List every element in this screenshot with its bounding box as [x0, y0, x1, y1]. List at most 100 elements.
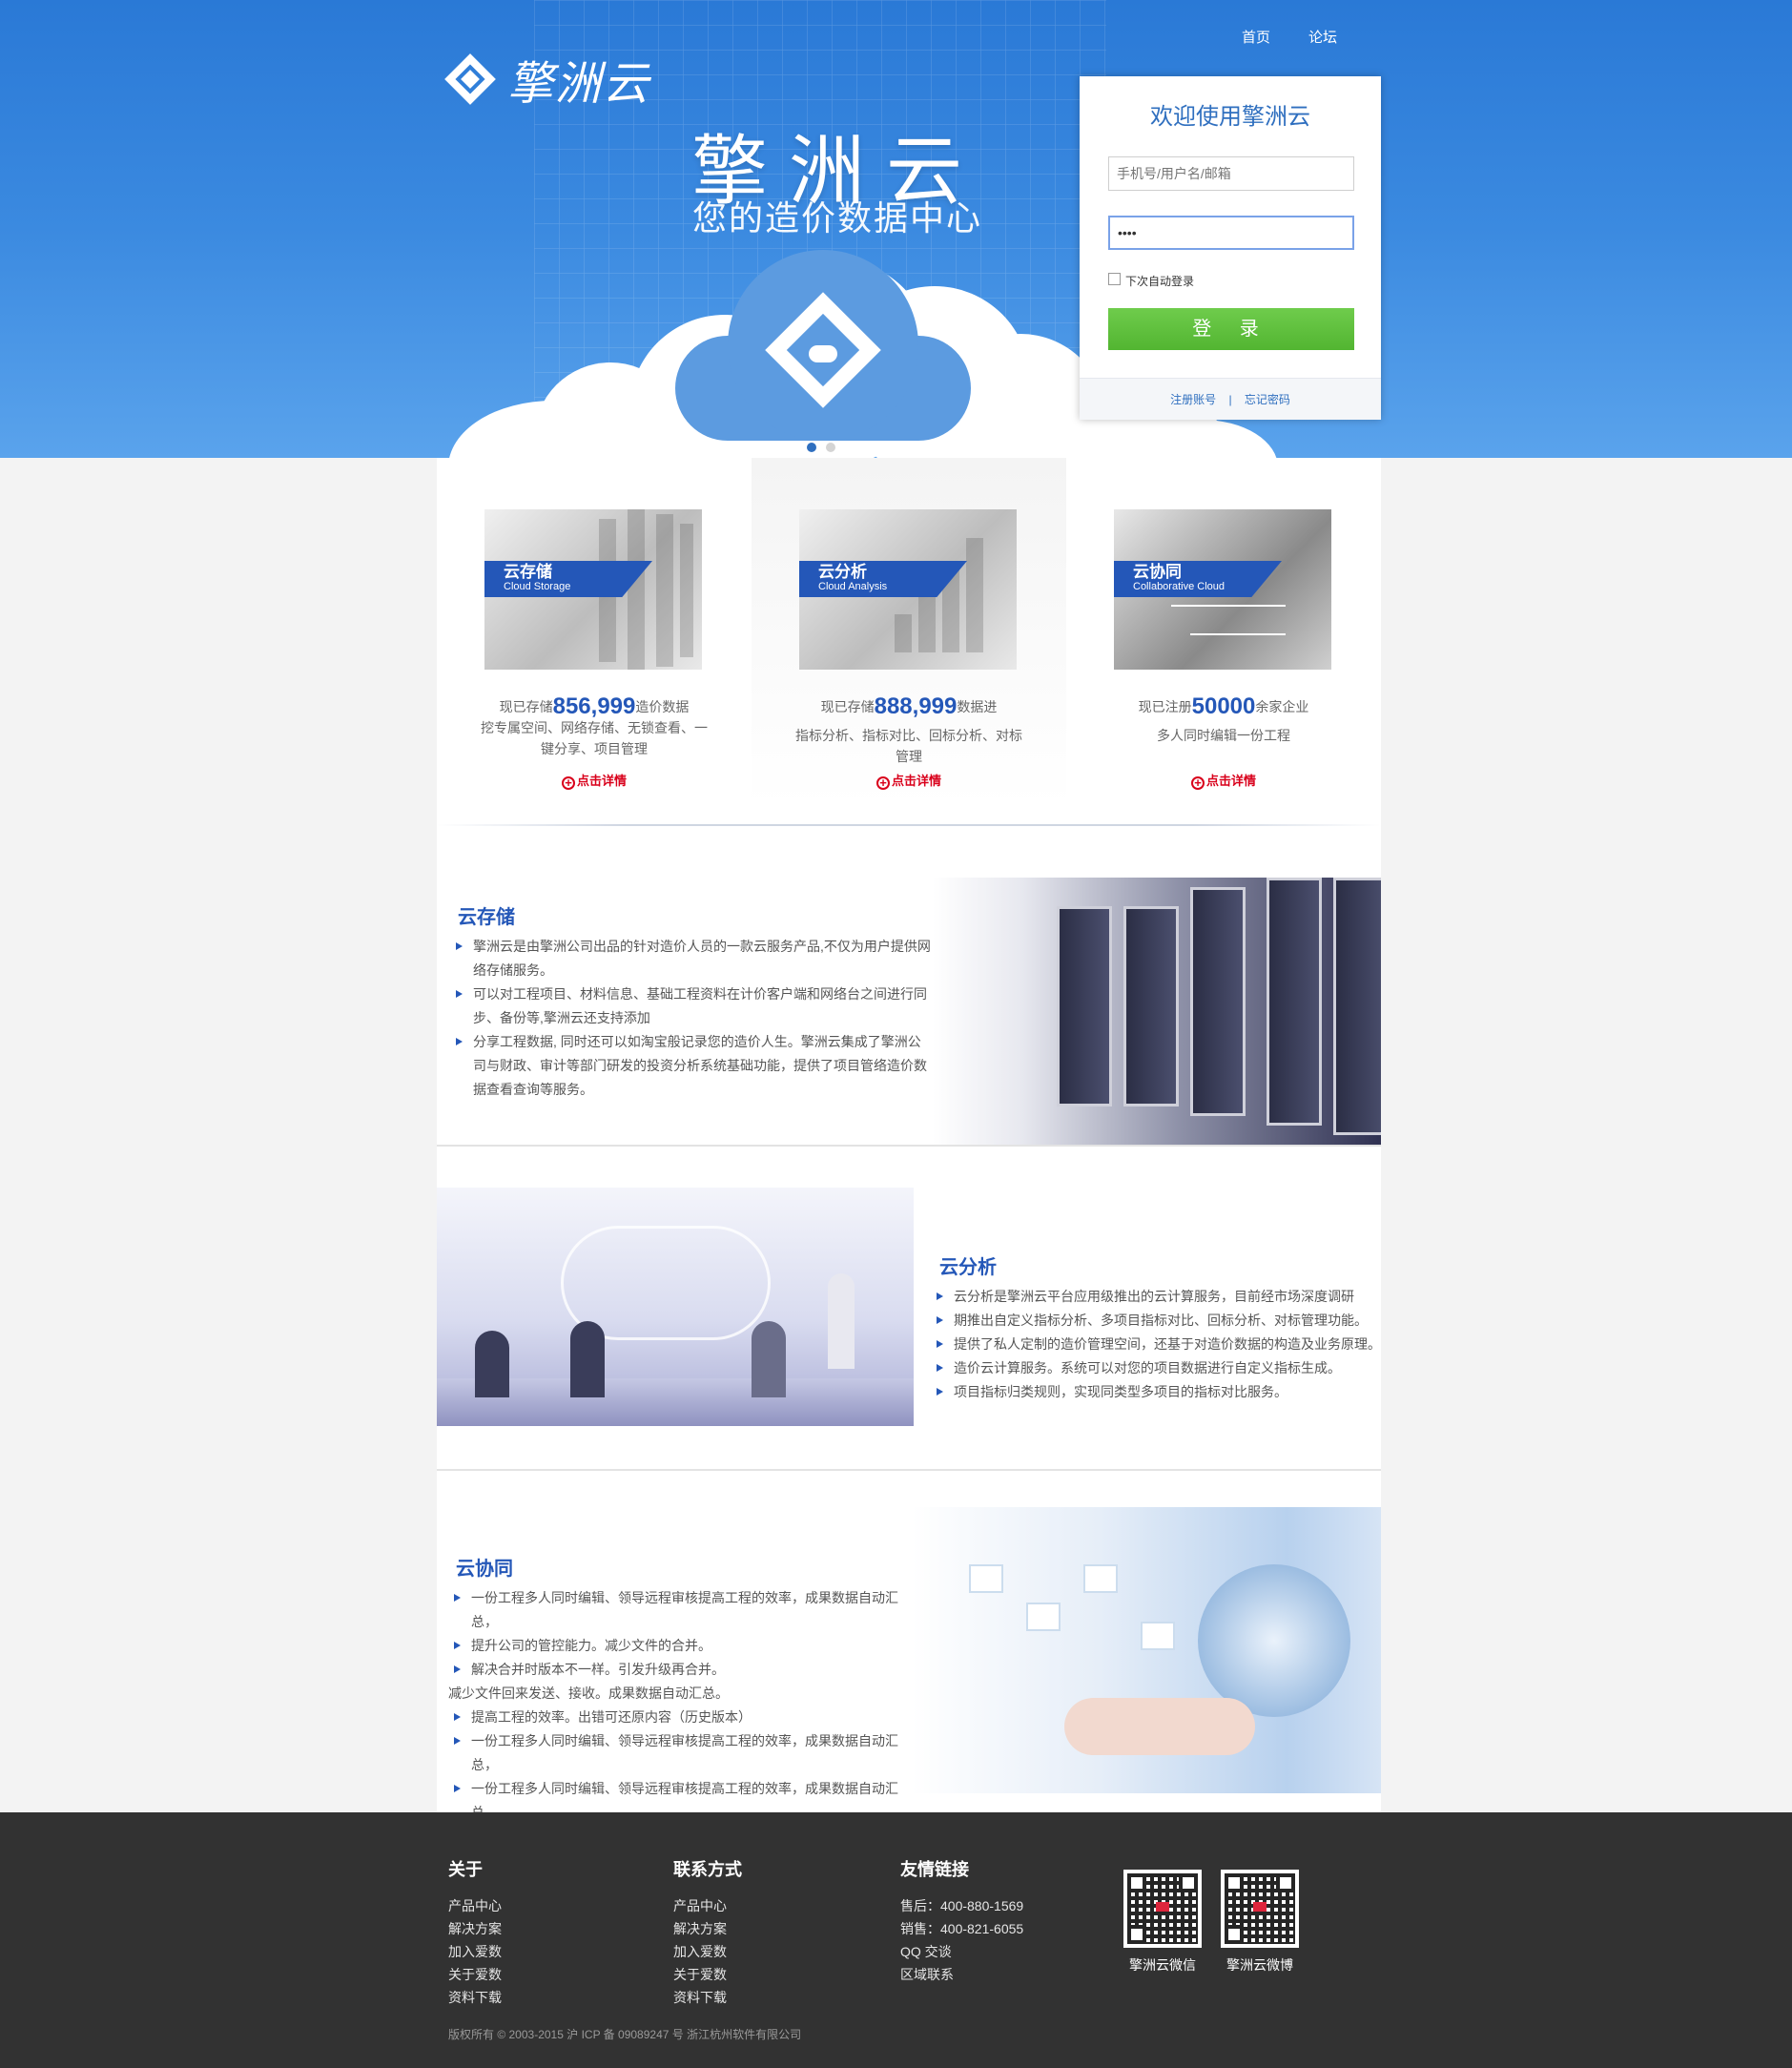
analysis-feature-image: 云分析 Cloud Analysis: [799, 509, 1017, 670]
hero-banner: 首页 论坛 擎洲云 擎洲云 您的造价数据中心: [0, 0, 1792, 458]
feature-collab-title: 云协同: [1133, 563, 1182, 581]
footer-link[interactable]: 资料下载: [448, 1986, 502, 2009]
forgot-password-link[interactable]: 忘记密码: [1245, 393, 1290, 406]
feature-analysis-number: 888,999: [874, 693, 958, 719]
storage-section-title: 云存储: [458, 907, 515, 928]
remember-checkbox[interactable]: [1108, 273, 1121, 285]
feature-collab-prefix: 现已注册: [1138, 699, 1192, 714]
plus-circle-icon: +: [561, 776, 575, 790]
feature-storage-desc: 挖专属空间、网络存储、无锁查看、一键分享、项目管理: [481, 720, 708, 756]
feature-card-analysis: 云分析 Cloud Analysis 现已存储888,999数据进 指标分析、指标…: [752, 458, 1066, 806]
analysis-section-title: 云分析: [939, 1257, 997, 1278]
feature-analysis-prefix: 现已存储: [820, 699, 875, 714]
feature-analysis-desc: 指标分析、指标对比、回标分析、对标管理: [795, 728, 1022, 764]
login-panel: 欢迎使用擎洲云 下次自动登录 登 录 注册账号 | 忘记密码: [1080, 76, 1381, 420]
footer-link[interactable]: 加入爱数: [673, 1940, 742, 1963]
list-item: 可以对工程项目、材料信息、基础工程资料在计价客户端和网络台之间进行同步、备份等,…: [454, 982, 931, 1030]
feature-collab-number: 50000: [1191, 693, 1256, 719]
feature-storage-more-label: 点击详情: [576, 774, 627, 788]
feature-collab-desc: 多人同时编辑一份工程: [1157, 728, 1290, 743]
footer-contact-column: 联系方式 产品中心 解决方案 加入爱数 关于爱数 资料下载: [673, 1856, 742, 2009]
password-input[interactable]: [1108, 216, 1354, 250]
plus-circle-icon: +: [875, 776, 890, 790]
remember-label: 下次自动登录: [1125, 275, 1195, 288]
feature-analysis-suffix: 数据进: [957, 699, 998, 714]
hero-subtitle: 您的造价数据中心: [692, 198, 983, 238]
carousel-dot-2[interactable]: [826, 443, 835, 452]
list-item: 分享工程数据, 同时还可以如淘宝般记录您的造价人生。擎洲云集成了擎洲公司与财政、…: [454, 1030, 931, 1102]
footer-link[interactable]: 解决方案: [448, 1917, 502, 1940]
list-item: 一份工程多人同时编辑、领导远程审核提高工程的效率，成果数据自动汇总，: [452, 1729, 919, 1777]
analysis-section-list: 云分析是擎洲云平台应用级推出的云计算服务，目前经市场深度调研 期推出自定义指标分…: [935, 1285, 1383, 1404]
footer-link[interactable]: 关于爱数: [448, 1963, 502, 1986]
main-content: 云存储 Cloud Storage 现已存储856,999造价数据 挖专属空间、网…: [437, 458, 1383, 1820]
feature-storage-suffix: 造价数据: [635, 699, 690, 714]
logo-mark-icon: [441, 50, 500, 109]
register-link[interactable]: 注册账号: [1170, 393, 1216, 406]
footer-friends-column: 友情链接 售后：400-880-1569 销售：400-821-6055 QQ …: [900, 1856, 1023, 1986]
footer-contact-title: 联系方式: [673, 1860, 742, 1879]
footer-link[interactable]: 售后：400-880-1569: [900, 1894, 1023, 1917]
list-item: 提供了私人定制的造价管理空间，还基于对造价数据的构造及业务原理。: [935, 1333, 1383, 1356]
list-item: 提升公司的管控能力。减少文件的合并。: [452, 1634, 919, 1658]
footer-link[interactable]: 资料下载: [673, 1986, 742, 2009]
server-room-image: [933, 878, 1381, 1145]
list-item: 解决合并时版本不一样。引发升级再合并。: [452, 1658, 919, 1682]
list-item: 擎洲云是由擎洲公司出品的针对造价人员的一款云服务产品,不仅为用户提供网络存储服务…: [454, 935, 931, 982]
logo-text: 擎洲云: [507, 57, 651, 111]
footer-friends-title: 友情链接: [900, 1860, 969, 1879]
feature-analysis-title: 云分析: [818, 563, 867, 581]
footer-about-title: 关于: [448, 1860, 483, 1879]
footer-link[interactable]: 产品中心: [448, 1894, 502, 1917]
login-button[interactable]: 登 录: [1108, 308, 1354, 350]
feature-storage-prefix: 现已存储: [499, 699, 553, 714]
feature-storage-title: 云存储: [504, 563, 552, 581]
section-divider: [437, 824, 1381, 826]
list-item: 减少文件回来发送、接收。成果数据自动汇总。: [448, 1685, 729, 1701]
feature-collab-suffix: 余家企业: [1255, 699, 1309, 714]
list-item: 造价云计算服务。系统可以对您的项目数据进行自定义指标生成。: [935, 1356, 1383, 1380]
footer-link[interactable]: 加入爱数: [448, 1940, 502, 1963]
feature-analysis-more-label: 点击详情: [891, 774, 941, 788]
footer-link[interactable]: 销售：400-821-6055: [900, 1917, 1023, 1940]
weibo-qr-label: 擎洲云微博: [1226, 1957, 1293, 1973]
list-item: 项目指标归类规则，实现同类型多项目的指标对比服务。: [935, 1380, 1383, 1404]
footer-link[interactable]: 产品中心: [673, 1894, 742, 1917]
feature-storage-number: 856,999: [552, 693, 636, 719]
username-input[interactable]: [1108, 156, 1354, 191]
footer-link[interactable]: 区域联系: [900, 1963, 1023, 1986]
section-divider: [437, 1145, 1381, 1147]
weibo-qr-code-icon: [1221, 1870, 1299, 1948]
feature-collab-subtitle: Collaborative Cloud: [1133, 581, 1225, 592]
collab-section-list: 一份工程多人同时编辑、领导远程审核提高工程的效率，成果数据自动汇总， 提升公司的…: [448, 1586, 919, 1825]
cloud-logo-icon: [675, 250, 971, 441]
wechat-qr-code-icon: [1123, 1870, 1202, 1948]
footer-link[interactable]: QQ 交谈: [900, 1940, 1023, 1963]
feature-storage-more-link[interactable]: + 点击详情: [437, 771, 752, 790]
carousel-dot-1[interactable]: [807, 443, 816, 452]
copyright-text: 版权所有 © 2003-2015 沪 ICP 备 09089247 号 浙江杭州…: [448, 2028, 802, 2041]
feature-collab-more-link[interactable]: + 点击详情: [1066, 771, 1381, 790]
login-footer: 注册账号 | 忘记密码: [1080, 378, 1381, 420]
collab-section-title: 云协同: [456, 1559, 513, 1580]
site-footer: 关于 产品中心 解决方案 加入爱数 关于爱数 资料下载 联系方式 产品中心 解决…: [0, 1812, 1792, 2068]
login-footer-separator: |: [1228, 393, 1232, 406]
feature-card-storage: 云存储 Cloud Storage 现已存储856,999造价数据 挖专属空间、网…: [437, 458, 752, 806]
footer-link[interactable]: 关于爱数: [673, 1963, 742, 1986]
feature-collab-more-label: 点击详情: [1205, 774, 1256, 788]
list-item: 期推出自定义指标分析、多项目指标对比、回标分析、对标管理功能。: [935, 1309, 1383, 1333]
list-item: 提高工程的效率。出错可还原内容（历史版本）: [452, 1706, 919, 1729]
footer-link[interactable]: 解决方案: [673, 1917, 742, 1940]
nav-forum-link[interactable]: 论坛: [1308, 27, 1337, 47]
feature-card-collab: 云协同 Collaborative Cloud 现已注册50000余家企业 多人同…: [1066, 458, 1381, 806]
meeting-image: [437, 1188, 914, 1426]
footer-about-column: 关于 产品中心 解决方案 加入爱数 关于爱数 资料下载: [448, 1856, 502, 2009]
brand-logo[interactable]: 擎洲云: [441, 46, 650, 113]
section-divider: [437, 1469, 1381, 1471]
storage-section-list: 擎洲云是由擎洲公司出品的针对造价人员的一款云服务产品,不仅为用户提供网络存储服务…: [454, 935, 931, 1102]
feature-analysis-more-link[interactable]: + 点击详情: [752, 771, 1066, 790]
list-item: 云分析是擎洲云平台应用级推出的云计算服务，目前经市场深度调研: [935, 1285, 1383, 1309]
nav-home-link[interactable]: 首页: [1242, 27, 1270, 47]
collab-feature-image: 云协同 Collaborative Cloud: [1114, 509, 1331, 670]
collaboration-image: [912, 1507, 1381, 1793]
